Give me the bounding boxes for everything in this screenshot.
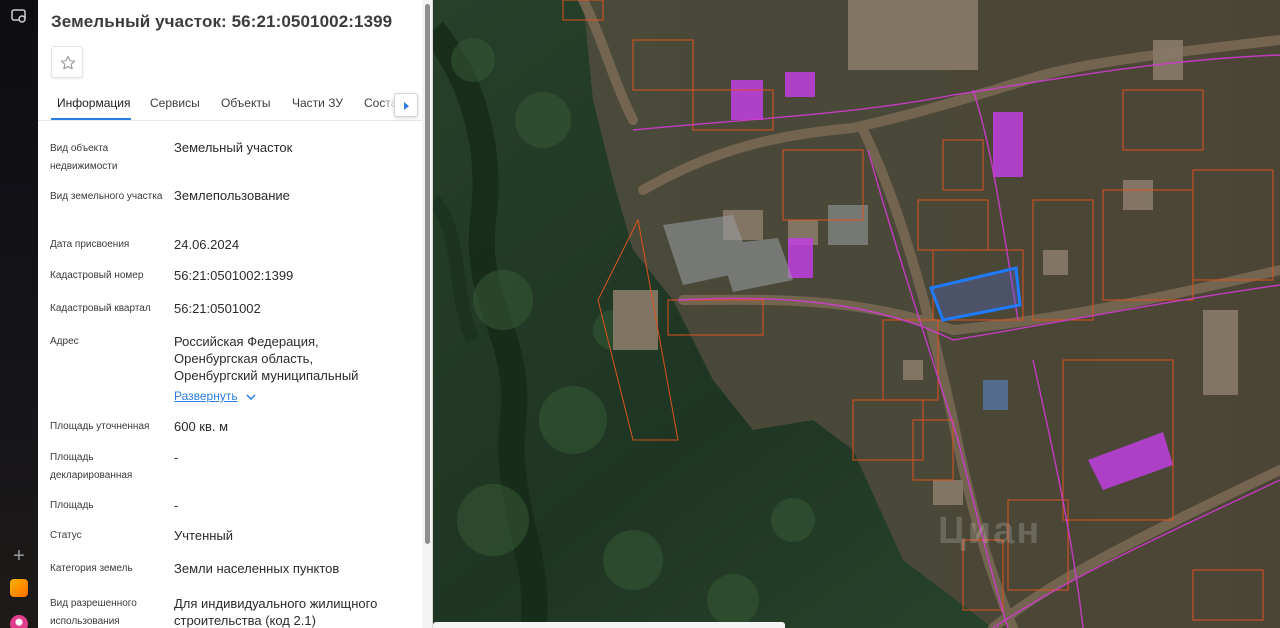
field-value: 600 кв. м — [174, 419, 229, 434]
tab-parts[interactable]: Части ЗУ — [292, 96, 343, 110]
field-value: 56:21:0501002 — [174, 301, 261, 316]
field-value: Землепользование — [174, 188, 290, 203]
field-value: Земли населенных пунктов — [174, 561, 340, 576]
tab-objects[interactable]: Объекты — [221, 96, 271, 110]
map-canvas[interactable] — [433, 0, 1280, 628]
chevron-down-icon — [246, 394, 256, 400]
field-label: Площадь уточненная — [50, 421, 150, 432]
field-value: 24.06.2024 — [174, 237, 240, 252]
star-icon — [60, 55, 76, 70]
map-bottom-strip — [433, 622, 785, 628]
field-label: Дата присвоения — [50, 239, 130, 250]
field-value: - — [174, 450, 179, 465]
field-value: Для индивидуального жилищного строительс… — [174, 596, 378, 628]
field-value: Земельный участок — [174, 140, 293, 155]
active-tab-indicator — [51, 118, 131, 120]
field-label: Вид земельного участка — [50, 191, 163, 202]
field-label: Вид объекта недвижимости — [50, 143, 118, 172]
mail-app-icon[interactable] — [10, 579, 28, 597]
app-root: + Земельный участок: 56:21:0501002:1399 … — [0, 0, 1280, 628]
field-label: Кадастровый номер — [50, 270, 144, 281]
field-value: - — [174, 498, 179, 513]
page-title: Земельный участок: 56:21:0501002:1399 — [51, 12, 393, 31]
field-label: Площадь декларированная — [50, 452, 133, 481]
tab-services[interactable]: Сервисы — [150, 96, 200, 110]
tab-bar: Информация Сервисы Объекты Части ЗУ Сост… — [38, 88, 432, 121]
profile-app-icon[interactable] — [10, 615, 28, 628]
field-value: 56:21:0501002:1399 — [174, 268, 294, 283]
expand-link-label: Развернуть — [174, 389, 238, 403]
info-panel: Земельный участок: 56:21:0501002:1399 Ин… — [38, 0, 433, 628]
add-icon[interactable]: + — [9, 546, 29, 566]
favorite-button[interactable] — [51, 46, 83, 78]
field-label: Статус — [50, 530, 82, 541]
chevron-right-icon — [404, 102, 409, 110]
tab-information[interactable]: Информация — [57, 96, 130, 110]
browser-sidebar: + — [0, 0, 38, 628]
tabs-scroll-right-button[interactable] — [394, 93, 418, 117]
status-value: Учтенный — [174, 528, 234, 543]
map-watermark: Циан — [938, 510, 1042, 552]
screen-capture-icon[interactable] — [9, 6, 29, 26]
satellite-map[interactable]: Циан — [433, 0, 1280, 628]
field-label: Вид разрешенного использования — [50, 598, 137, 627]
expand-address-link[interactable]: Развернуть — [174, 389, 256, 403]
field-label: Площадь — [50, 500, 94, 511]
panel-scrollbar-thumb[interactable] — [425, 4, 430, 544]
field-label: Категория земель — [50, 563, 133, 574]
field-label: Адрес — [50, 336, 79, 347]
address-value: Российская Федерация, Оренбургская облас… — [174, 334, 359, 383]
field-label: Кадастровый квартал — [50, 303, 151, 314]
